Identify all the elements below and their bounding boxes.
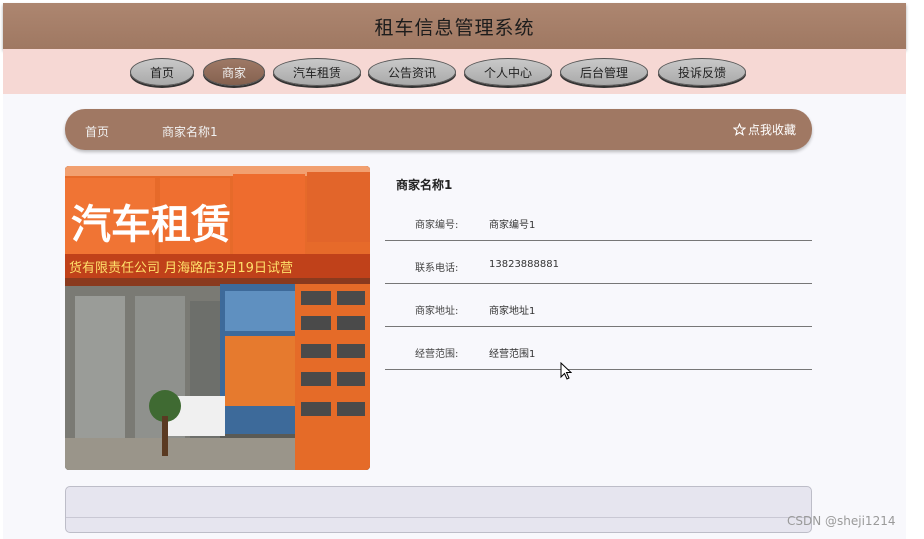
watermark: CSDN @sheji1214: [787, 514, 896, 528]
nav-item-home[interactable]: 首页: [130, 58, 194, 86]
info-value: 商家地址1: [489, 306, 536, 317]
nav-item-complaints[interactable]: 投诉反馈: [658, 58, 746, 86]
nav-item-personal-center[interactable]: 个人中心: [464, 58, 552, 86]
header-bar: 租车信息管理系统: [3, 3, 906, 49]
nav-item-car-rental[interactable]: 汽车租赁: [273, 58, 361, 86]
mouse-cursor-icon: [560, 362, 572, 380]
nav-item-admin[interactable]: 后台管理: [560, 58, 648, 86]
info-label: 经营范围:: [415, 349, 459, 360]
panel-divider: [66, 517, 811, 518]
detail-panel: [65, 486, 812, 533]
site-title: 租车信息管理系统: [374, 16, 535, 39]
info-label: 商家地址:: [415, 306, 459, 317]
breadcrumb-current: 商家名称1: [162, 125, 218, 139]
info-value: 商家编号1: [489, 220, 536, 231]
info-row-merchant-id: 商家编号: 商家编号1: [385, 198, 812, 241]
nav-bar: 首页 商家 汽车租赁 公告资讯 个人中心 后台管理 投诉反馈: [3, 49, 906, 94]
info-value: 经营范围1: [489, 349, 536, 360]
info-value: 13823888881: [489, 259, 559, 270]
nav-item-announcements[interactable]: 公告资讯: [368, 58, 456, 86]
info-label: 联系电话:: [415, 263, 459, 274]
info-label: 商家编号:: [415, 220, 459, 231]
breadcrumb: 首页 商家名称1 点我收藏: [65, 109, 812, 150]
favorite-button[interactable]: 点我收藏: [732, 121, 796, 138]
nav-item-merchant[interactable]: 商家: [203, 58, 265, 86]
merchant-photo: 汽车租赁 货有限责任公司 月海路店3月19日试营: [65, 166, 370, 470]
info-row-business-scope: 经营范围: 经营范围1: [385, 327, 812, 370]
main-content: 首页 商家名称1 点我收藏 汽车租赁 货有限责任公司 月海路店3月19日试营 商…: [3, 94, 906, 539]
info-row-phone: 联系电话: 13823888881: [385, 241, 812, 284]
merchant-name: 商家名称1: [396, 178, 453, 192]
favorite-label: 点我收藏: [747, 123, 796, 137]
breadcrumb-home[interactable]: 首页: [85, 123, 109, 140]
info-row-address: 商家地址: 商家地址1: [385, 284, 812, 327]
sign-text: 汽车租赁: [71, 202, 231, 248]
star-outline-icon: [732, 123, 746, 136]
banner-text: 货有限责任公司 月海路店3月19日试营: [69, 260, 293, 276]
